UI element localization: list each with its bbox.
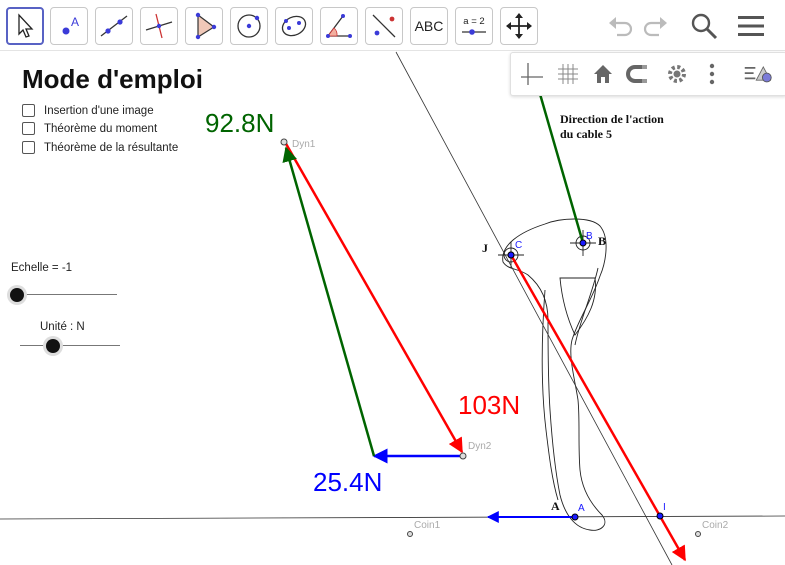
image-b-label: B [598, 234, 606, 248]
page-title: Mode d'emploi [22, 64, 203, 94]
search-button[interactable] [686, 8, 722, 44]
perpendicular-tool-button[interactable] [140, 7, 178, 45]
label-c: C [515, 240, 522, 251]
point-icon: A [62, 15, 79, 35]
standard-view-button[interactable] [588, 58, 618, 90]
text-tool-label: ABC [414, 18, 444, 34]
point-dyn1[interactable] [280, 138, 288, 146]
move-tool-button[interactable] [6, 7, 44, 45]
unite-slider-label: Unité : N [40, 321, 85, 333]
point-c[interactable] [507, 251, 515, 259]
blue-force-value: 25.4N [313, 467, 382, 497]
checkbox-label: Insertion d'une image [44, 104, 154, 117]
more-icon [709, 63, 715, 85]
checkbox-theoreme-moment[interactable]: Théorème du moment [22, 122, 157, 135]
text-tool-button[interactable]: ABC [410, 7, 448, 45]
grid-icon [558, 64, 578, 84]
ellipse-tool-button[interactable] [275, 7, 313, 45]
home-icon [594, 65, 612, 83]
move-graphics-tool-button[interactable] [500, 7, 538, 45]
label-b: B [586, 231, 593, 242]
more-options-button[interactable] [697, 58, 727, 90]
label-a: A [578, 503, 585, 514]
checkbox-insertion-image[interactable]: Insertion d'une image [22, 104, 154, 117]
axes-icon [521, 63, 543, 85]
ellipse-icon [281, 15, 307, 37]
point-tool-button[interactable]: A [50, 7, 88, 45]
checkbox-label: Théorème du moment [44, 122, 158, 135]
polygon-icon [195, 12, 217, 40]
toggle-grid-button[interactable] [553, 58, 583, 90]
checkbox-box[interactable] [22, 122, 35, 135]
search-icon [691, 13, 718, 40]
label-coin2: Coin2 [702, 520, 729, 531]
toggle-axes-button[interactable] [517, 58, 547, 90]
checkbox-box[interactable] [22, 104, 35, 117]
angle-icon [326, 14, 352, 38]
echelle-slider[interactable] [10, 288, 117, 302]
circle-icon [237, 14, 261, 38]
lever-image [498, 218, 607, 531]
checkbox-label: Théorème de la résultante [44, 141, 179, 154]
main-menu-button[interactable] [733, 8, 769, 44]
point-a[interactable] [571, 513, 579, 521]
label-dyn1: Dyn1 [292, 139, 316, 150]
label-i: I [663, 502, 666, 513]
image-direction-label: Direction de l'action [560, 112, 664, 126]
green-force-value: 92.8N [205, 108, 274, 138]
angle-tool-button[interactable] [320, 7, 358, 45]
undo-icon [609, 17, 633, 37]
pointer-icon [18, 13, 34, 38]
point-i[interactable] [656, 512, 664, 520]
slider-icon: a = 2 [462, 16, 486, 35]
svg-text:a = 2: a = 2 [463, 16, 484, 27]
style-bar-toggle-icon [744, 66, 772, 83]
svg-text:A: A [71, 15, 79, 29]
point-dyn2[interactable] [459, 452, 467, 460]
image-cable-label: du cable 5 [560, 127, 612, 141]
slider-knob[interactable] [46, 339, 60, 353]
point-coin1[interactable] [407, 531, 413, 537]
label-coin1: Coin1 [414, 520, 441, 531]
line-through-j[interactable] [395, 51, 673, 565]
slider-knob[interactable] [10, 288, 24, 302]
settings-button[interactable] [662, 58, 692, 90]
unite-slider[interactable] [20, 339, 120, 353]
line-icon [100, 15, 128, 37]
checkbox-theoreme-resultante[interactable]: Théorème de la résultante [22, 141, 178, 154]
circle-tool-button[interactable] [230, 7, 268, 45]
point-coin2[interactable] [695, 531, 701, 537]
gear-icon [668, 65, 686, 83]
checkbox-box[interactable] [22, 141, 35, 154]
graphics-style-bar [510, 52, 785, 96]
undo-button[interactable] [602, 8, 638, 44]
toolbar: A ABC a = 2 [0, 0, 785, 51]
dynamic-green-vector[interactable] [282, 146, 376, 457]
slider-track [20, 345, 120, 346]
line-ground[interactable] [0, 515, 785, 520]
label-dyn2: Dyn2 [468, 441, 492, 452]
redo-button[interactable] [638, 8, 674, 44]
slider-track [10, 294, 117, 295]
red-force-value: 103N [458, 390, 520, 420]
line-tool-button[interactable] [95, 7, 133, 45]
dynamic-red-vector[interactable] [283, 141, 464, 454]
image-a-label: A [551, 499, 560, 513]
magnet-icon [626, 65, 647, 83]
reflect-line-icon [372, 14, 396, 38]
style-bar-toggle-button[interactable] [743, 58, 773, 90]
slider-tool-button[interactable]: a = 2 [455, 7, 493, 45]
point-capturing-button[interactable] [622, 58, 652, 90]
echelle-slider-label: Echelle = -1 [11, 262, 73, 274]
perpendicular-line-icon [145, 13, 173, 39]
polygon-tool-button[interactable] [185, 7, 223, 45]
image-j-label: J [482, 241, 488, 255]
redo-icon [643, 17, 667, 37]
menu-icon [738, 16, 764, 36]
reflect-tool-button[interactable] [365, 7, 403, 45]
move-arrows-icon [506, 13, 532, 39]
